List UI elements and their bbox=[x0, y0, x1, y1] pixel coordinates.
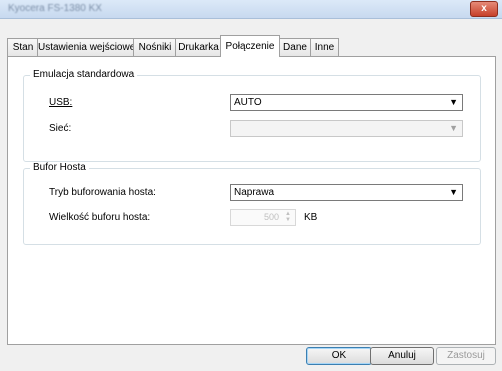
usb-label: USB: bbox=[49, 97, 73, 108]
title-bar: Kyocera FS-1380 KX x bbox=[0, 0, 502, 19]
network-label: Sieć: bbox=[49, 123, 72, 134]
host-buffer-group-title: Bufor Hosta bbox=[30, 162, 89, 173]
usb-emulation-select[interactable]: AUTO ▼ bbox=[230, 94, 463, 111]
network-emulation-select[interactable]: ▼ bbox=[230, 120, 463, 137]
chevron-down-icon: ▼ bbox=[449, 187, 458, 197]
tab-stan[interactable]: Stan bbox=[7, 38, 39, 56]
tab-dane[interactable]: Dane bbox=[278, 38, 312, 56]
usb-emulation-value: AUTO bbox=[234, 97, 262, 108]
buffer-size-unit: KB bbox=[304, 212, 318, 223]
tab-polaczenie[interactable]: Połączenie bbox=[220, 35, 280, 57]
emulation-group-title: Emulacja standardowa bbox=[30, 69, 138, 80]
chevron-down-icon: ▼ bbox=[449, 123, 458, 133]
cancel-button[interactable]: Anuluj bbox=[370, 347, 434, 365]
buffer-size-label: Wielkość buforu hosta: bbox=[49, 212, 151, 223]
tab-nosniki[interactable]: Nośniki bbox=[133, 38, 177, 56]
apply-button[interactable]: Zastosuj bbox=[436, 347, 496, 365]
close-button[interactable]: x bbox=[470, 1, 498, 17]
tab-ustawienia-wejsciowe[interactable]: Ustawienia wejściowe bbox=[37, 38, 135, 56]
ok-button[interactable]: OK bbox=[306, 347, 372, 365]
spin-arrows-icon[interactable]: ▲ ▼ bbox=[283, 211, 293, 224]
host-buffer-group: Bufor Hosta Tryb buforowania hosta: Napr… bbox=[23, 162, 481, 245]
chevron-down-icon: ▼ bbox=[449, 97, 458, 107]
tab-inne[interactable]: Inne bbox=[310, 38, 339, 56]
tab-panel: Emulacja standardowa USB: AUTO ▼ Sieć: ▼… bbox=[7, 56, 496, 345]
tab-drukarka[interactable]: Drukarka bbox=[175, 38, 222, 56]
buffer-size-value: 500 bbox=[263, 212, 279, 222]
buffer-mode-label: Tryb buforowania hosta: bbox=[49, 187, 156, 198]
buffer-mode-select[interactable]: Naprawa ▼ bbox=[230, 184, 463, 201]
window-title: Kyocera FS-1380 KX bbox=[8, 3, 102, 14]
buffer-size-stepper[interactable]: 500 ▲ ▼ bbox=[230, 209, 296, 226]
buffer-mode-value: Naprawa bbox=[234, 187, 275, 198]
emulation-group: Emulacja standardowa USB: AUTO ▼ Sieć: ▼ bbox=[23, 69, 481, 162]
